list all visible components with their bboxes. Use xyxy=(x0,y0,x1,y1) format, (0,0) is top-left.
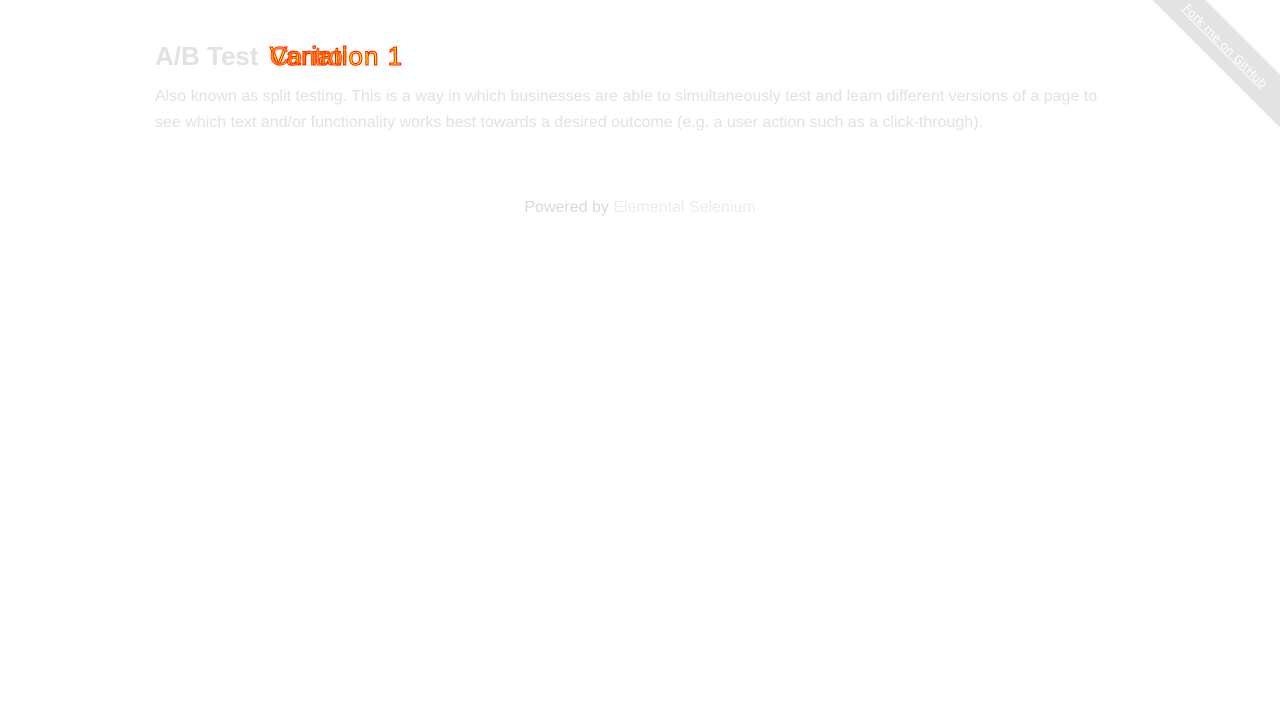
variant-label-overlay: Control xyxy=(269,41,348,72)
elemental-selenium-link[interactable]: Elemental Selenium xyxy=(613,199,755,216)
page-description: Also known as split testing. This is a w… xyxy=(155,88,1098,131)
main-content: A/B Test Variation 1 Control Also known … xyxy=(155,36,1110,136)
github-ribbon-container: Fork me on GitHub xyxy=(1130,0,1280,150)
page-title-text: A/B Test xyxy=(155,41,259,71)
page-title: A/B Test Variation 1 Control xyxy=(155,36,1110,76)
footer-prefix: Powered by xyxy=(524,199,614,216)
page-footer: Powered by Elemental Selenium xyxy=(0,197,1280,219)
fork-on-github-ribbon[interactable]: Fork me on GitHub xyxy=(1130,0,1280,141)
page: A/B Test Variation 1 Control Also known … xyxy=(0,0,1280,720)
variant-label: Variation 1 Control xyxy=(269,36,403,76)
